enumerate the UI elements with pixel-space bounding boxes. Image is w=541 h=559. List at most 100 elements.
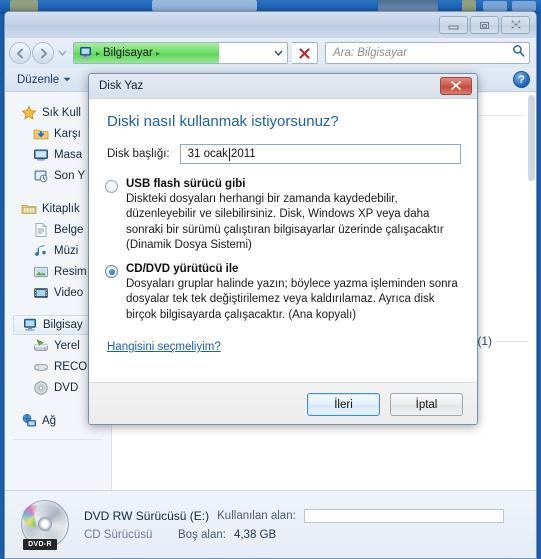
- minimize-button[interactable]: [439, 16, 468, 34]
- stop-loading-button[interactable]: [292, 42, 318, 64]
- desktop-button-sliver-2: [512, 1, 536, 11]
- sidebar-item-label: Sık Kull: [42, 106, 81, 119]
- details-pane: DVD-R DVD RW Sürücüsü (E:) Kullanılan al…: [5, 490, 536, 558]
- minimize-icon: [448, 25, 459, 29]
- used-space-label: Kullanılan alan:: [217, 509, 296, 522]
- dialog-footer: İleri İptal: [89, 382, 477, 424]
- option-cd-dvd-player[interactable]: CD/DVD yürütücü ile Dosyaları gruplar ha…: [105, 263, 461, 323]
- file-list-item-rule: [496, 341, 528, 342]
- organize-label: Düzenle: [17, 73, 60, 86]
- window-titlebar: [5, 12, 536, 38]
- search-box[interactable]: Ara: Bilgisayar: [325, 42, 530, 64]
- network-icon: [21, 413, 37, 429]
- window-controls: [439, 16, 530, 34]
- star-icon: [21, 104, 37, 121]
- desktop-button-sliver-1: [483, 1, 507, 11]
- sidebar-item-label: Son Y: [54, 169, 86, 182]
- sidebar-item-label: RECO: [54, 360, 88, 373]
- content-scrollbar[interactable]: [528, 95, 535, 181]
- option-usb-flash-desc: Diskteki dosyaları herhangi bir zamanda …: [126, 193, 444, 251]
- breadcrumb-separator-2[interactable]: ▸: [156, 49, 160, 58]
- file-list-partial-label: (1): [477, 334, 492, 348]
- breadcrumb: ▸ Bilgisayar ▸: [74, 46, 160, 60]
- burn-disc-dialog: Disk Yaz Diski nasıl kullanmak istiyorsu…: [88, 73, 478, 425]
- close-icon: [510, 20, 521, 29]
- recovery-drive-icon: [33, 359, 49, 375]
- address-row: ▸ Bilgisayar ▸ Ara: Bilgisayar: [5, 38, 536, 68]
- disc-label: DVD-R: [23, 538, 57, 550]
- chevron-down-icon: [63, 75, 71, 84]
- forward-button[interactable]: [32, 42, 54, 64]
- libraries-icon: [21, 201, 37, 217]
- sidebar-item-label: Bilgisay: [43, 319, 83, 331]
- free-space-value: 4,38 GB: [233, 528, 277, 541]
- disc-title-value-before: 31 ocak: [187, 148, 228, 160]
- sidebar-item-label: Yerel: [54, 339, 80, 352]
- sidebar-item-label: Belge: [54, 223, 84, 236]
- option-cd-dvd-player-text: CD/DVD yürütücü ile Dosyaları gruplar ha…: [126, 263, 461, 323]
- recent-pages-button[interactable]: [55, 42, 69, 64]
- sidebar-item-label: Video: [54, 286, 84, 299]
- chevron-down-icon: [58, 50, 66, 56]
- back-arrow-icon: [16, 48, 23, 58]
- computer-icon: [80, 47, 91, 59]
- restore-button[interactable]: [470, 16, 499, 34]
- desktop-icon: [33, 147, 49, 163]
- sidebar-item-label: Müzi: [54, 244, 79, 257]
- sidebar-item-label: Resim: [54, 265, 87, 278]
- used-space-bar: [303, 508, 504, 523]
- details-info: DVD RW Sürücüsü (E:) Kullanılan alan: CD…: [84, 508, 504, 541]
- radio-usb-flash[interactable]: [105, 180, 118, 193]
- cancel-button[interactable]: İptal: [390, 393, 463, 416]
- sidebar-item-label: Ağ: [42, 414, 57, 427]
- disc-title-input[interactable]: 31 ocak 2011: [179, 144, 461, 164]
- disc-title-label: Disk başlığı:: [107, 148, 170, 160]
- desktop-window-sliver: [152, 0, 257, 11]
- dialog-close-button[interactable]: [440, 77, 472, 95]
- dialog-titlebar: Disk Yaz: [89, 74, 477, 99]
- text-caret: [228, 147, 230, 161]
- option-usb-flash-text: USB flash sürücü gibi Diskteki dosyaları…: [126, 178, 461, 253]
- address-bar[interactable]: ▸ Bilgisayar ▸: [73, 42, 288, 64]
- free-space-label: Boş alan:: [178, 528, 226, 541]
- breadcrumb-separator-1: ▸: [96, 48, 101, 58]
- stop-x-icon: [299, 47, 310, 59]
- disc-title-field-row: Disk başlığı: 31 ocak 2011: [107, 144, 461, 164]
- help-label: ?: [518, 73, 525, 86]
- radio-cd-dvd-player[interactable]: [105, 265, 118, 279]
- documents-icon: [33, 222, 49, 238]
- dvd-drive-icon: [33, 380, 49, 396]
- chevron-down-icon: [274, 50, 283, 56]
- recent-places-icon: [33, 168, 49, 184]
- search-icon: [512, 44, 525, 62]
- download-folder-icon: [33, 126, 49, 142]
- forward-arrow-icon: [40, 48, 47, 58]
- sidebar-item-label: DVD: [54, 381, 79, 394]
- back-button[interactable]: [9, 42, 31, 64]
- option-usb-flash-title: USB flash sürücü gibi: [126, 178, 246, 190]
- disc-title-value-after: 2011: [230, 148, 256, 160]
- details-row-top: DVD RW Sürücüsü (E:) Kullanılan alan:: [84, 508, 504, 523]
- which-should-i-choose-link[interactable]: Hangisini seçmeliyim?: [107, 341, 221, 353]
- dialog-title: Disk Yaz: [99, 80, 144, 92]
- organize-button[interactable]: Düzenle: [17, 74, 71, 86]
- dvd-disc-icon: DVD-R: [19, 499, 71, 551]
- pictures-icon: [33, 264, 49, 280]
- sidebar-item-label: Kitaplık: [42, 202, 80, 215]
- restore-icon: [480, 21, 489, 29]
- help-button[interactable]: ?: [513, 71, 530, 88]
- close-icon: [451, 81, 461, 90]
- details-row-bottom: CD Sürücüsü Boş alan: 4,38 GB: [84, 529, 504, 541]
- close-button[interactable]: [501, 16, 530, 34]
- videos-icon: [33, 285, 49, 301]
- dialog-heading: Diski nasıl kullanmak istiyorsunuz?: [107, 113, 339, 130]
- sidebar-item-label: Karşı: [54, 127, 81, 140]
- option-cd-dvd-player-title: CD/DVD yürütücü ile: [126, 263, 239, 276]
- address-dropdown-button[interactable]: [269, 43, 287, 63]
- search-input[interactable]: Ara: Bilgisayar: [333, 47, 512, 59]
- option-usb-flash[interactable]: USB flash sürücü gibi Diskteki dosyaları…: [105, 178, 461, 253]
- music-icon: [33, 243, 49, 259]
- breadcrumb-item-bilgisayar[interactable]: Bilgisayar: [103, 47, 153, 59]
- navigation-buttons: [9, 42, 69, 64]
- next-button[interactable]: İleri: [307, 393, 380, 416]
